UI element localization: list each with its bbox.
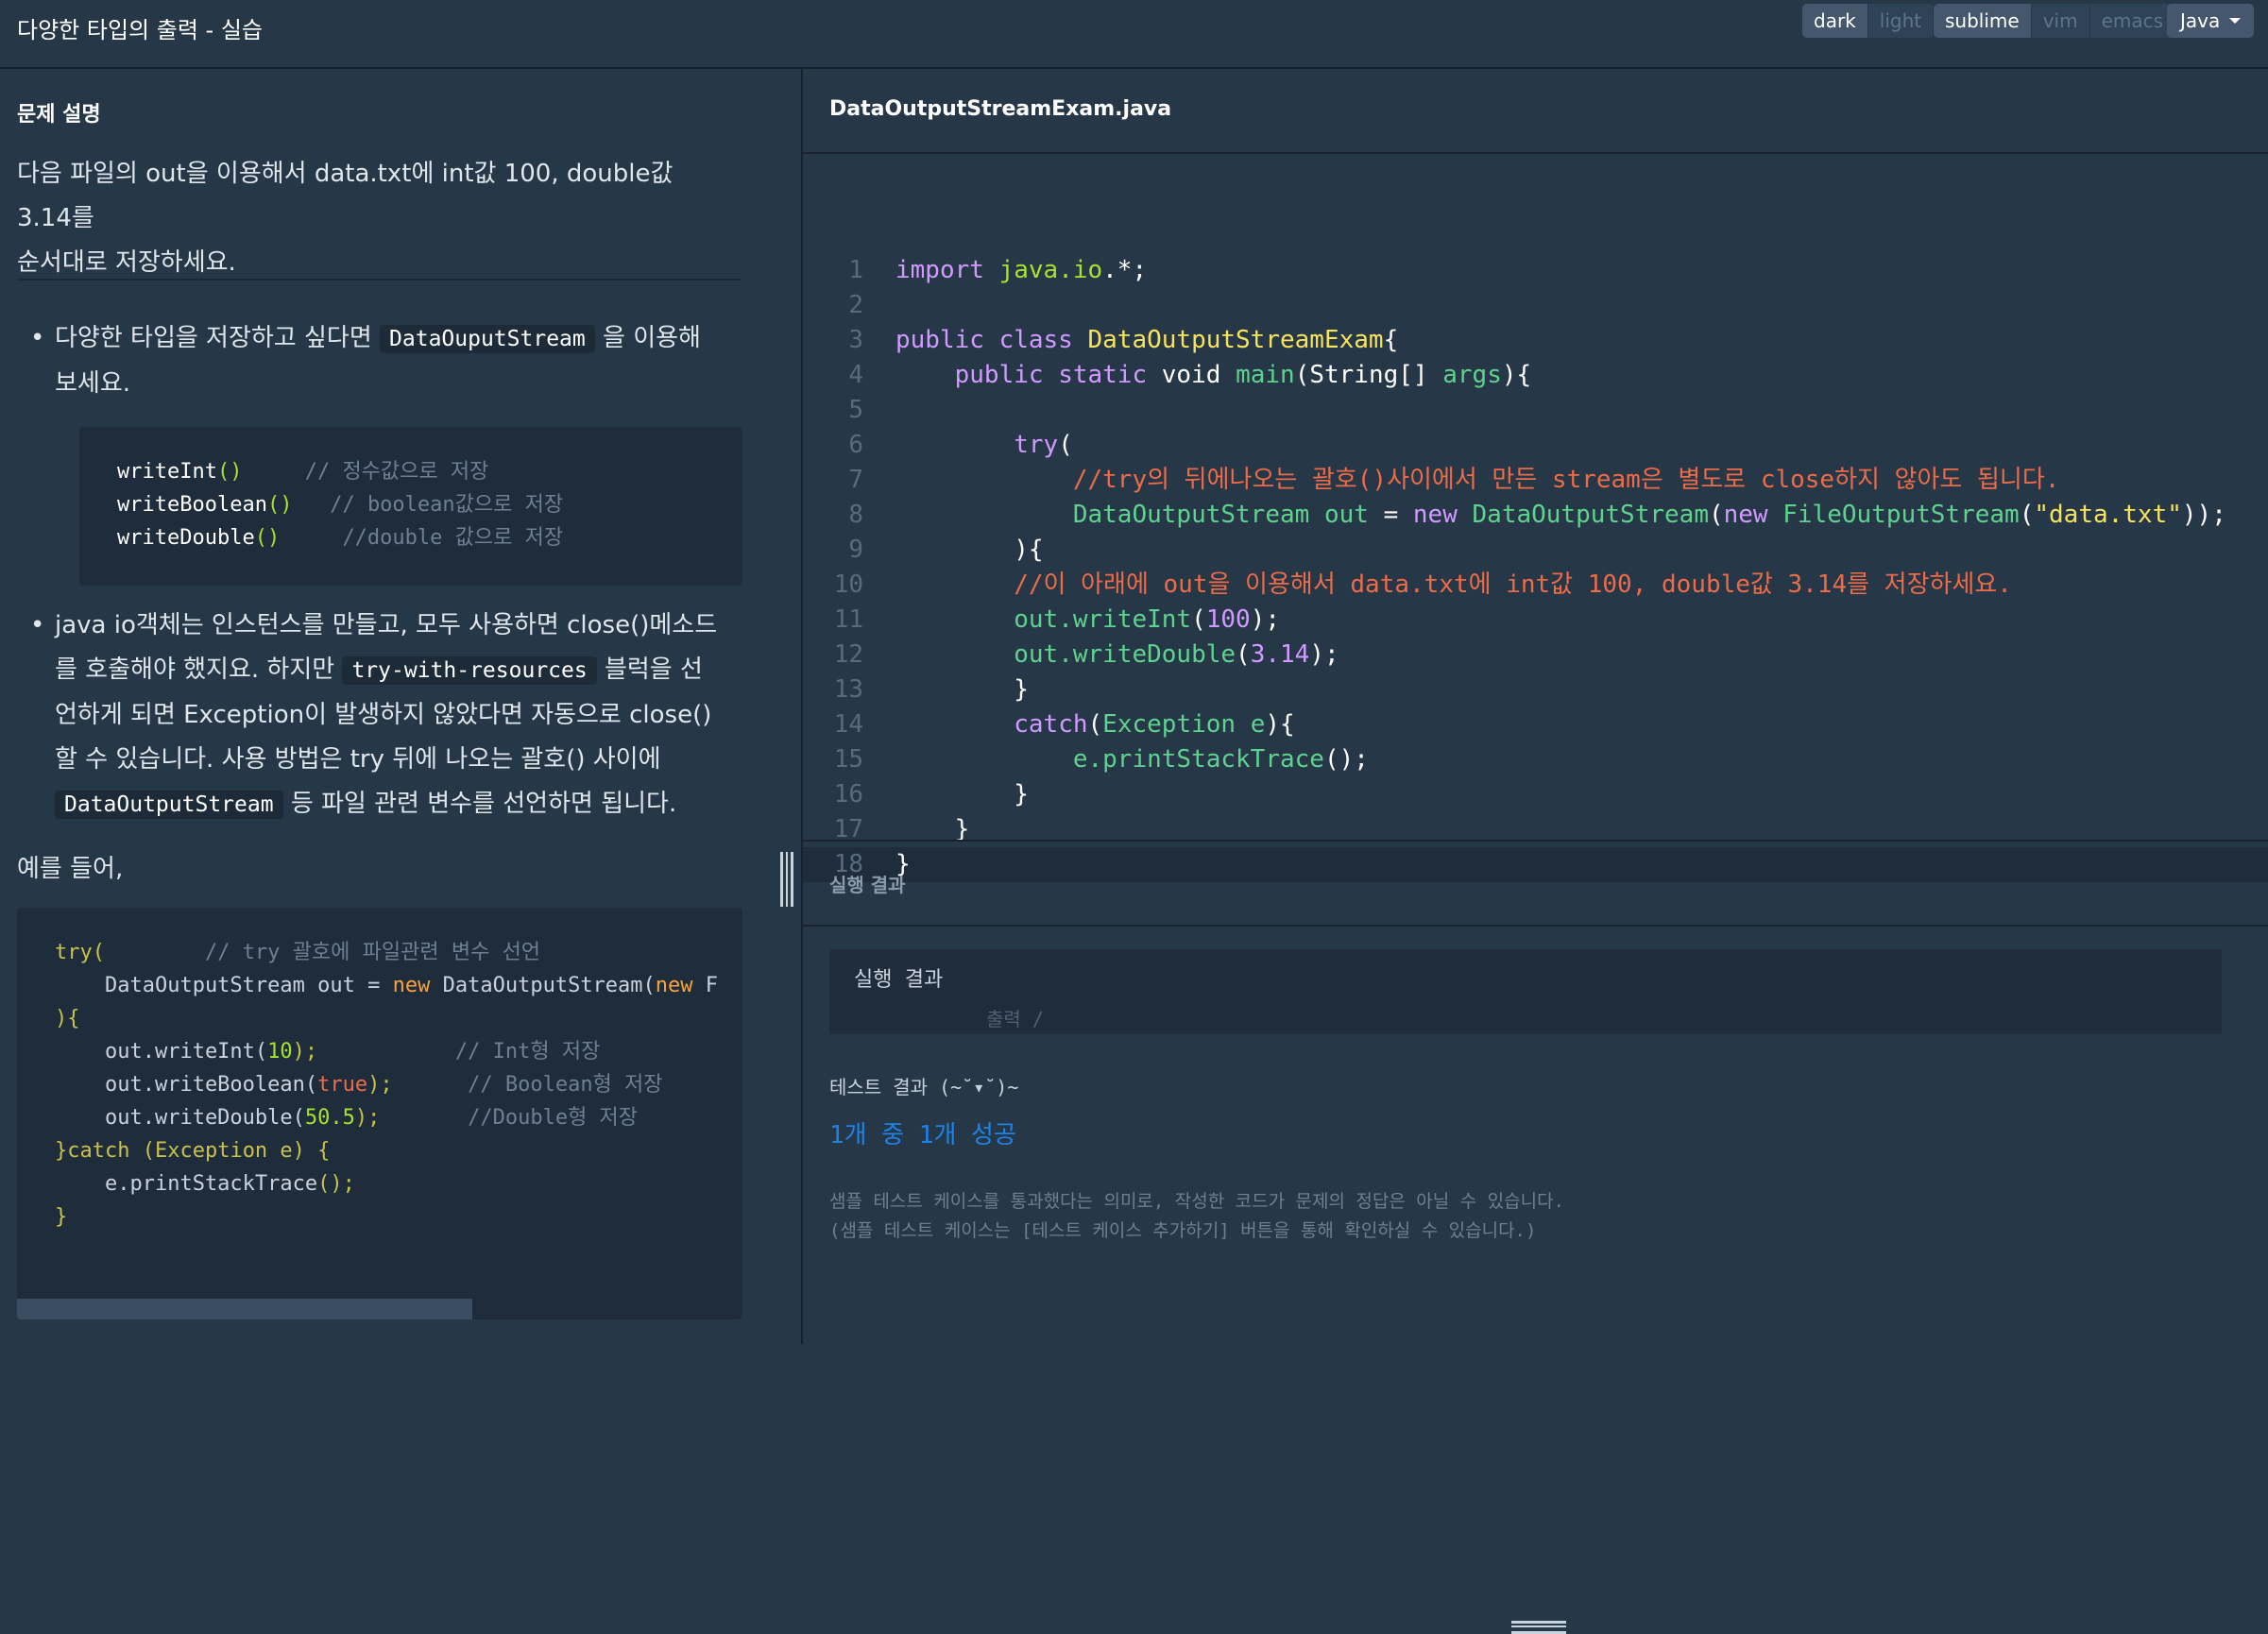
code-line: out.writeBoolean(true); // Boolean형 저장 (55, 1073, 663, 1097)
example-code: try( // try 괄호에 파일관련 변수 선언 DataOutputStr… (55, 936, 718, 1234)
code-line: } (55, 1205, 68, 1229)
bullet-text: 언하게 되면 Exception이 발생하지 않았다면 자동으로 close() (55, 701, 712, 729)
editor-line: 1 import java.io.*; (848, 256, 1148, 284)
code-line: DataOutputStream out = new DataOutputStr… (55, 974, 719, 997)
vertical-resize-handle[interactable] (780, 852, 793, 907)
output-box: 실행 결과 출력 / (829, 949, 2222, 1034)
code-line: writeDouble() //double 값으로 저장 (117, 526, 564, 550)
output-label: 실행 결과 (854, 968, 944, 992)
example-label: 예를 들어, (17, 855, 124, 883)
divider (17, 279, 741, 281)
editor-line: 8 DataOutputStream out = new DataOutputS… (848, 501, 2226, 529)
code-line: out.writeInt(10); // Int형 저장 (55, 1040, 601, 1064)
editor-line: 16 } (833, 780, 1029, 808)
test-result-label: 테스트 결과 (~˘▾˘)~ (829, 1076, 1019, 1098)
editor-line: 5 (848, 396, 863, 424)
editor-line: 10 //이 아래에 out을 이용해서 data.txt에 int값 100,… (833, 570, 2012, 599)
page-title: 다양한 타입의 출력 - 실습 (17, 17, 263, 43)
bullet-text: 블럭을 선 (604, 655, 703, 684)
editor-line: 15 e.printStackTrace(); (833, 745, 1369, 774)
file-tab[interactable]: DataOutputStreamExam.java (829, 97, 1171, 121)
note-line: (샘플 테스트 케이스는 [테스트 케이스 추가하기] 버튼을 통해 확인하실 … (829, 1220, 1537, 1241)
language-select[interactable]: Java (2167, 4, 2255, 38)
result-header: 실행 결과 (803, 840, 2268, 1634)
editor-line: 7 //try의 뒤에나오는 괄호()사이에서 만든 stream은 별도로 c… (848, 466, 2060, 494)
horizontal-resize-handle[interactable] (1511, 1621, 1566, 1634)
output-text: 출력 / (986, 1008, 1044, 1030)
bullet-text: java io객체는 인스턴스를 만들고, 모두 사용하면 close()메소드 (55, 611, 718, 639)
editor-line: 4 public static void main(String[] args)… (848, 361, 1532, 389)
bullet-text: 다양한 타입을 저장하고 싶다면 (55, 324, 372, 352)
bullet-text: 을 이용해 (603, 324, 701, 352)
code-line: e.printStackTrace(); (55, 1172, 355, 1196)
editor-line: 12 out.writeDouble(3.14); (833, 640, 1339, 669)
bullet-text: 할 수 있습니다. 사용 방법은 try 뒤에 나오는 괄호() 사이에 (55, 745, 661, 774)
bullet-text: 보세요. (55, 369, 131, 398)
keymap-sublime-button[interactable]: sublime (1934, 4, 2032, 38)
code-editor[interactable]: 1 import java.io.*; 2 3 public class DataO… (803, 152, 2268, 843)
code-line: writeInt() // 정수값으로 저장 (117, 460, 489, 484)
editor-line: 13 } (833, 675, 1029, 704)
inline-code: DataOutputStream (55, 791, 283, 819)
code-line: writeBoolean() // boolean값으로 저장 (117, 493, 564, 517)
example-code-block[interactable]: try( // try 괄호에 파일관련 변수 선언 DataOutputStr… (17, 908, 742, 1319)
keymap-toggle: sublime vim emacs (1934, 4, 2176, 38)
keymap-emacs-button[interactable]: emacs (2089, 4, 2176, 38)
bullet-text: 를 호출해야 했지요. 하지만 (55, 655, 335, 684)
editor-line: 9 ){ (848, 536, 1044, 564)
problem-panel: 문제 설명 다음 파일의 out을 이용해서 data.txt에 int값 10… (0, 69, 803, 1344)
editor-line: 3 public class DataOutputStreamExam{ (848, 326, 1399, 354)
problem-section-title: 문제 설명 (17, 103, 101, 127)
editor-line: 11 out.writeInt(100); (833, 605, 1281, 634)
code-line: out.writeDouble(50.5); //Double형 저장 (55, 1106, 639, 1130)
theme-toggle: dark light (1802, 4, 1935, 38)
inline-code: DataOuputStream (380, 325, 595, 353)
code-line: ){ (55, 1007, 80, 1030)
note-line: 샘플 테스트 케이스를 통과했다는 의미로, 작성한 코드가 문제의 정답은 아… (829, 1191, 1564, 1212)
top-bar: 다양한 타입의 출력 - 실습 dark light sublime vim e… (0, 0, 2268, 69)
horizontal-scrollbar[interactable] (17, 1299, 472, 1319)
editor-line: 6 try( (848, 431, 1073, 459)
keymap-vim-button[interactable]: vim (2031, 4, 2090, 38)
code-line: try( // try 괄호에 파일관련 변수 선언 (55, 941, 541, 964)
editor-line: 2 (848, 291, 863, 319)
bullet-item: java io객체는 인스턴스를 만들고, 모두 사용하면 close()메소드… (30, 604, 735, 827)
test-note: 샘플 테스트 케이스를 통과했다는 의미로, 작성한 코드가 문제의 정답은 아… (829, 1187, 1564, 1246)
editor-panel: DataOutputStreamExam.java 1 import java.i… (803, 69, 2268, 1634)
problem-description: 다음 파일의 out을 이용해서 data.txt에 int값 100, dou… (17, 152, 735, 285)
result-title: 실행 결과 (829, 874, 906, 896)
description-line: 다음 파일의 out을 이용해서 data.txt에 int값 100, dou… (17, 160, 674, 232)
code-line: }catch (Exception e) { (55, 1139, 331, 1163)
bullet-item: 다양한 타입을 저장하고 싶다면 DataOuputStream 을 이용해 보… (30, 316, 735, 406)
language-label: Java (2180, 9, 2221, 32)
theme-dark-button[interactable]: dark (1802, 4, 1868, 38)
test-result-status: 1개 중 1개 성공 (829, 1121, 1016, 1149)
method-code-block: writeInt() // 정수값으로 저장 writeBoolean() // … (79, 427, 742, 586)
editor-line: 14 catch(Exception e){ (833, 710, 1295, 739)
inline-code: try-with-resources (342, 656, 597, 685)
caret-down-icon (2229, 18, 2242, 24)
bullet-text: 등 파일 관련 변수를 선언하면 됩니다. (290, 790, 677, 818)
theme-light-button[interactable]: light (1867, 4, 1935, 38)
